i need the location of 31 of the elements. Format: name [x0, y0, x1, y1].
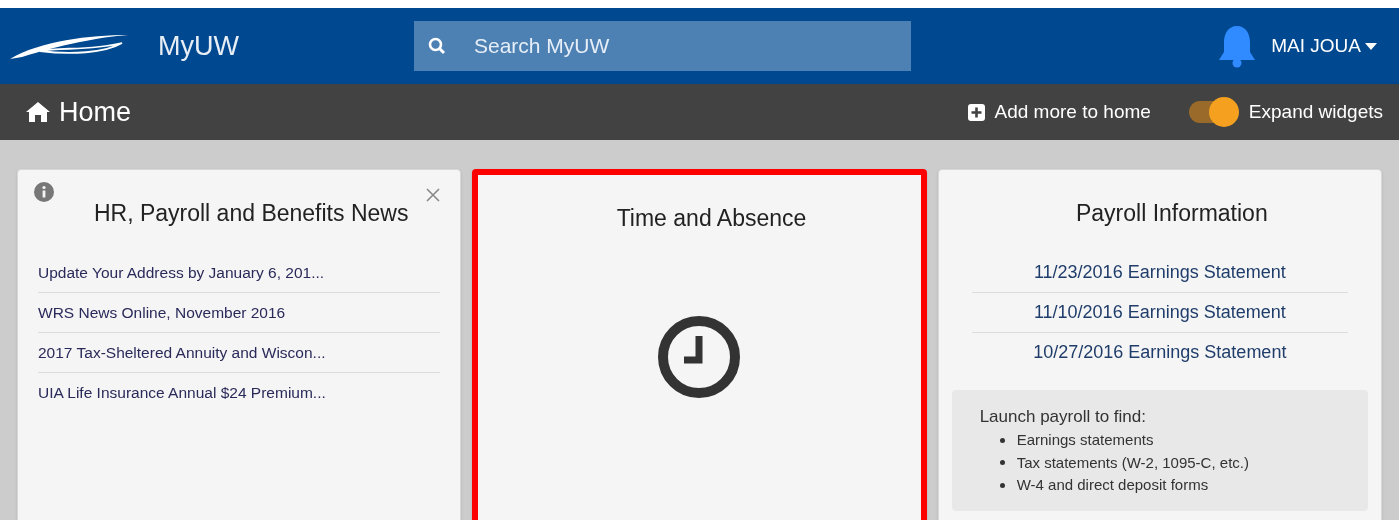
bullet-text: Tax statements (W-2, 1095-C, etc.) — [1016, 452, 1249, 473]
bullet-text: W-4 and direct deposit forms — [1016, 475, 1209, 495]
widget-title: Payroll Information — [1075, 199, 1268, 228]
app-name[interactable]: MyUW — [158, 25, 239, 67]
bullet-icon — [999, 460, 1005, 466]
plus-icon — [967, 103, 985, 121]
page-title: Home — [59, 95, 132, 129]
widget-title: Time and Absence — [616, 204, 807, 233]
info-icon[interactable] — [34, 182, 54, 202]
statement-link[interactable]: 10/27/2016 Earnings Statement — [971, 332, 1348, 372]
toggle-label: Expand widgets — [1248, 99, 1383, 124]
bullet-icon — [999, 482, 1005, 488]
search-icon — [428, 37, 446, 55]
home-icon — [25, 101, 51, 123]
caret-icon — [1365, 42, 1377, 50]
bullet-text: Earnings statements — [1016, 430, 1154, 450]
user-menu[interactable]: MAI JOUA — [1271, 31, 1377, 61]
news-link[interactable]: Update Your Address by January 6, 201... — [38, 252, 441, 293]
search-field[interactable]: Search MyUW — [414, 21, 911, 71]
widget-title: HR, Payroll and Benefits News — [93, 199, 409, 228]
add-button[interactable]: Add more to home — [967, 97, 1151, 127]
panel-heading: Launch payroll to find: — [979, 405, 1147, 428]
news-link[interactable]: UIA Life Insurance Annual $24 Premium... — [38, 373, 441, 413]
bullet-icon — [999, 437, 1005, 443]
bell-icon[interactable] — [1217, 24, 1258, 68]
statement-link[interactable]: 11/10/2016 Earnings Statement — [971, 292, 1348, 333]
news-link[interactable]: 2017 Tax-Sheltered Annuity and Wiscon... — [38, 333, 441, 374]
clock-icon[interactable] — [656, 313, 743, 400]
close-icon[interactable] — [426, 188, 441, 202]
news-link[interactable]: WRS News Online, November 2016 — [38, 292, 441, 333]
statement-link[interactable]: 11/23/2016 Earnings Statement — [971, 252, 1348, 293]
